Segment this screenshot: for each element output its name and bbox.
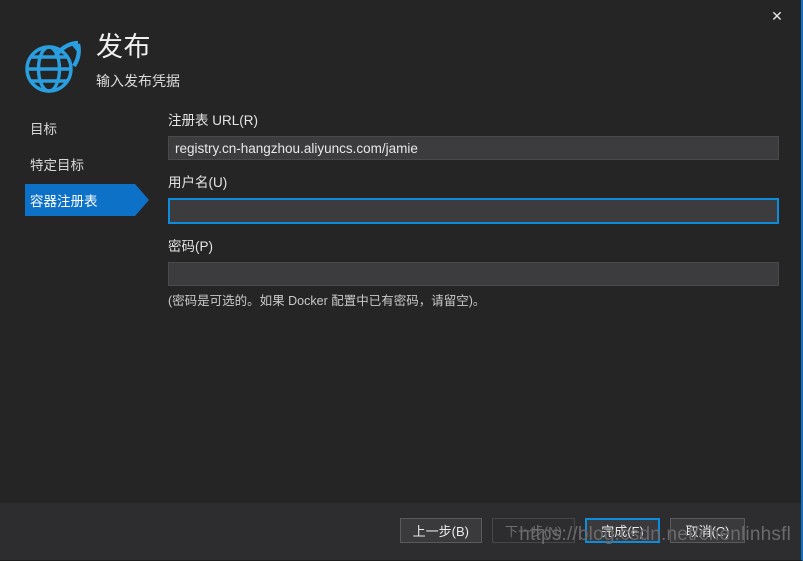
sidebar-item-label: 容器注册表 (30, 194, 98, 209)
field-registry-url: 注册表 URL(R) (168, 112, 780, 160)
sidebar-nav: 目标 特定目标 容器注册表 (0, 112, 160, 220)
registry-url-input[interactable] (168, 136, 779, 160)
sidebar-item-target[interactable]: 目标 (0, 112, 160, 144)
sidebar-item-label: 特定目标 (30, 158, 84, 173)
dialog-button-row: 上一步(B) 下一步(N) 完成(F) 取消(C) (399, 518, 745, 543)
dialog-header: 发布 输入发布凭据 (0, 0, 760, 106)
username-input[interactable] (168, 198, 779, 224)
field-username: 用户名(U) (168, 174, 780, 224)
publish-dialog: ✕ 发布 输入发布凭据 目标 特定目标 容器注册表 注册表 URL(R) reg… (0, 0, 803, 561)
page-title: 发布 (96, 32, 151, 62)
sidebar-item-label: 目标 (30, 122, 57, 137)
dialog-footer: 上一步(B) 下一步(N) 完成(F) 取消(C) (0, 503, 801, 560)
finish-button[interactable]: 完成(F) (585, 518, 660, 543)
page-subtitle: 输入发布凭据 (96, 73, 180, 89)
sidebar-item-specific-target[interactable]: 特定目标 (0, 148, 160, 180)
header-text-block: 发布 输入发布凭据 (96, 30, 180, 91)
next-button: 下一步(N) (491, 518, 575, 543)
username-label: 用户名(U) (168, 175, 228, 190)
globe-publish-icon (22, 36, 84, 98)
cancel-button[interactable]: 取消(C) (670, 518, 745, 543)
close-icon[interactable]: ✕ (757, 2, 797, 30)
password-hint: (密码是可选的。如果 Docker 配置中已有密码，请留空)。 (168, 294, 486, 308)
credentials-form: 注册表 URL(R) 用户名(U) 密码(P) (密码是可选的。如果 Docke… (168, 112, 780, 324)
sidebar-item-container-registry[interactable]: 容器注册表 (25, 184, 149, 216)
registry-url-label: 注册表 URL(R) (168, 113, 258, 128)
field-password: 密码(P) (密码是可选的。如果 Docker 配置中已有密码，请留空)。 (168, 238, 780, 310)
password-label: 密码(P) (168, 239, 213, 254)
password-input[interactable] (168, 262, 779, 286)
previous-button[interactable]: 上一步(B) (399, 518, 482, 543)
